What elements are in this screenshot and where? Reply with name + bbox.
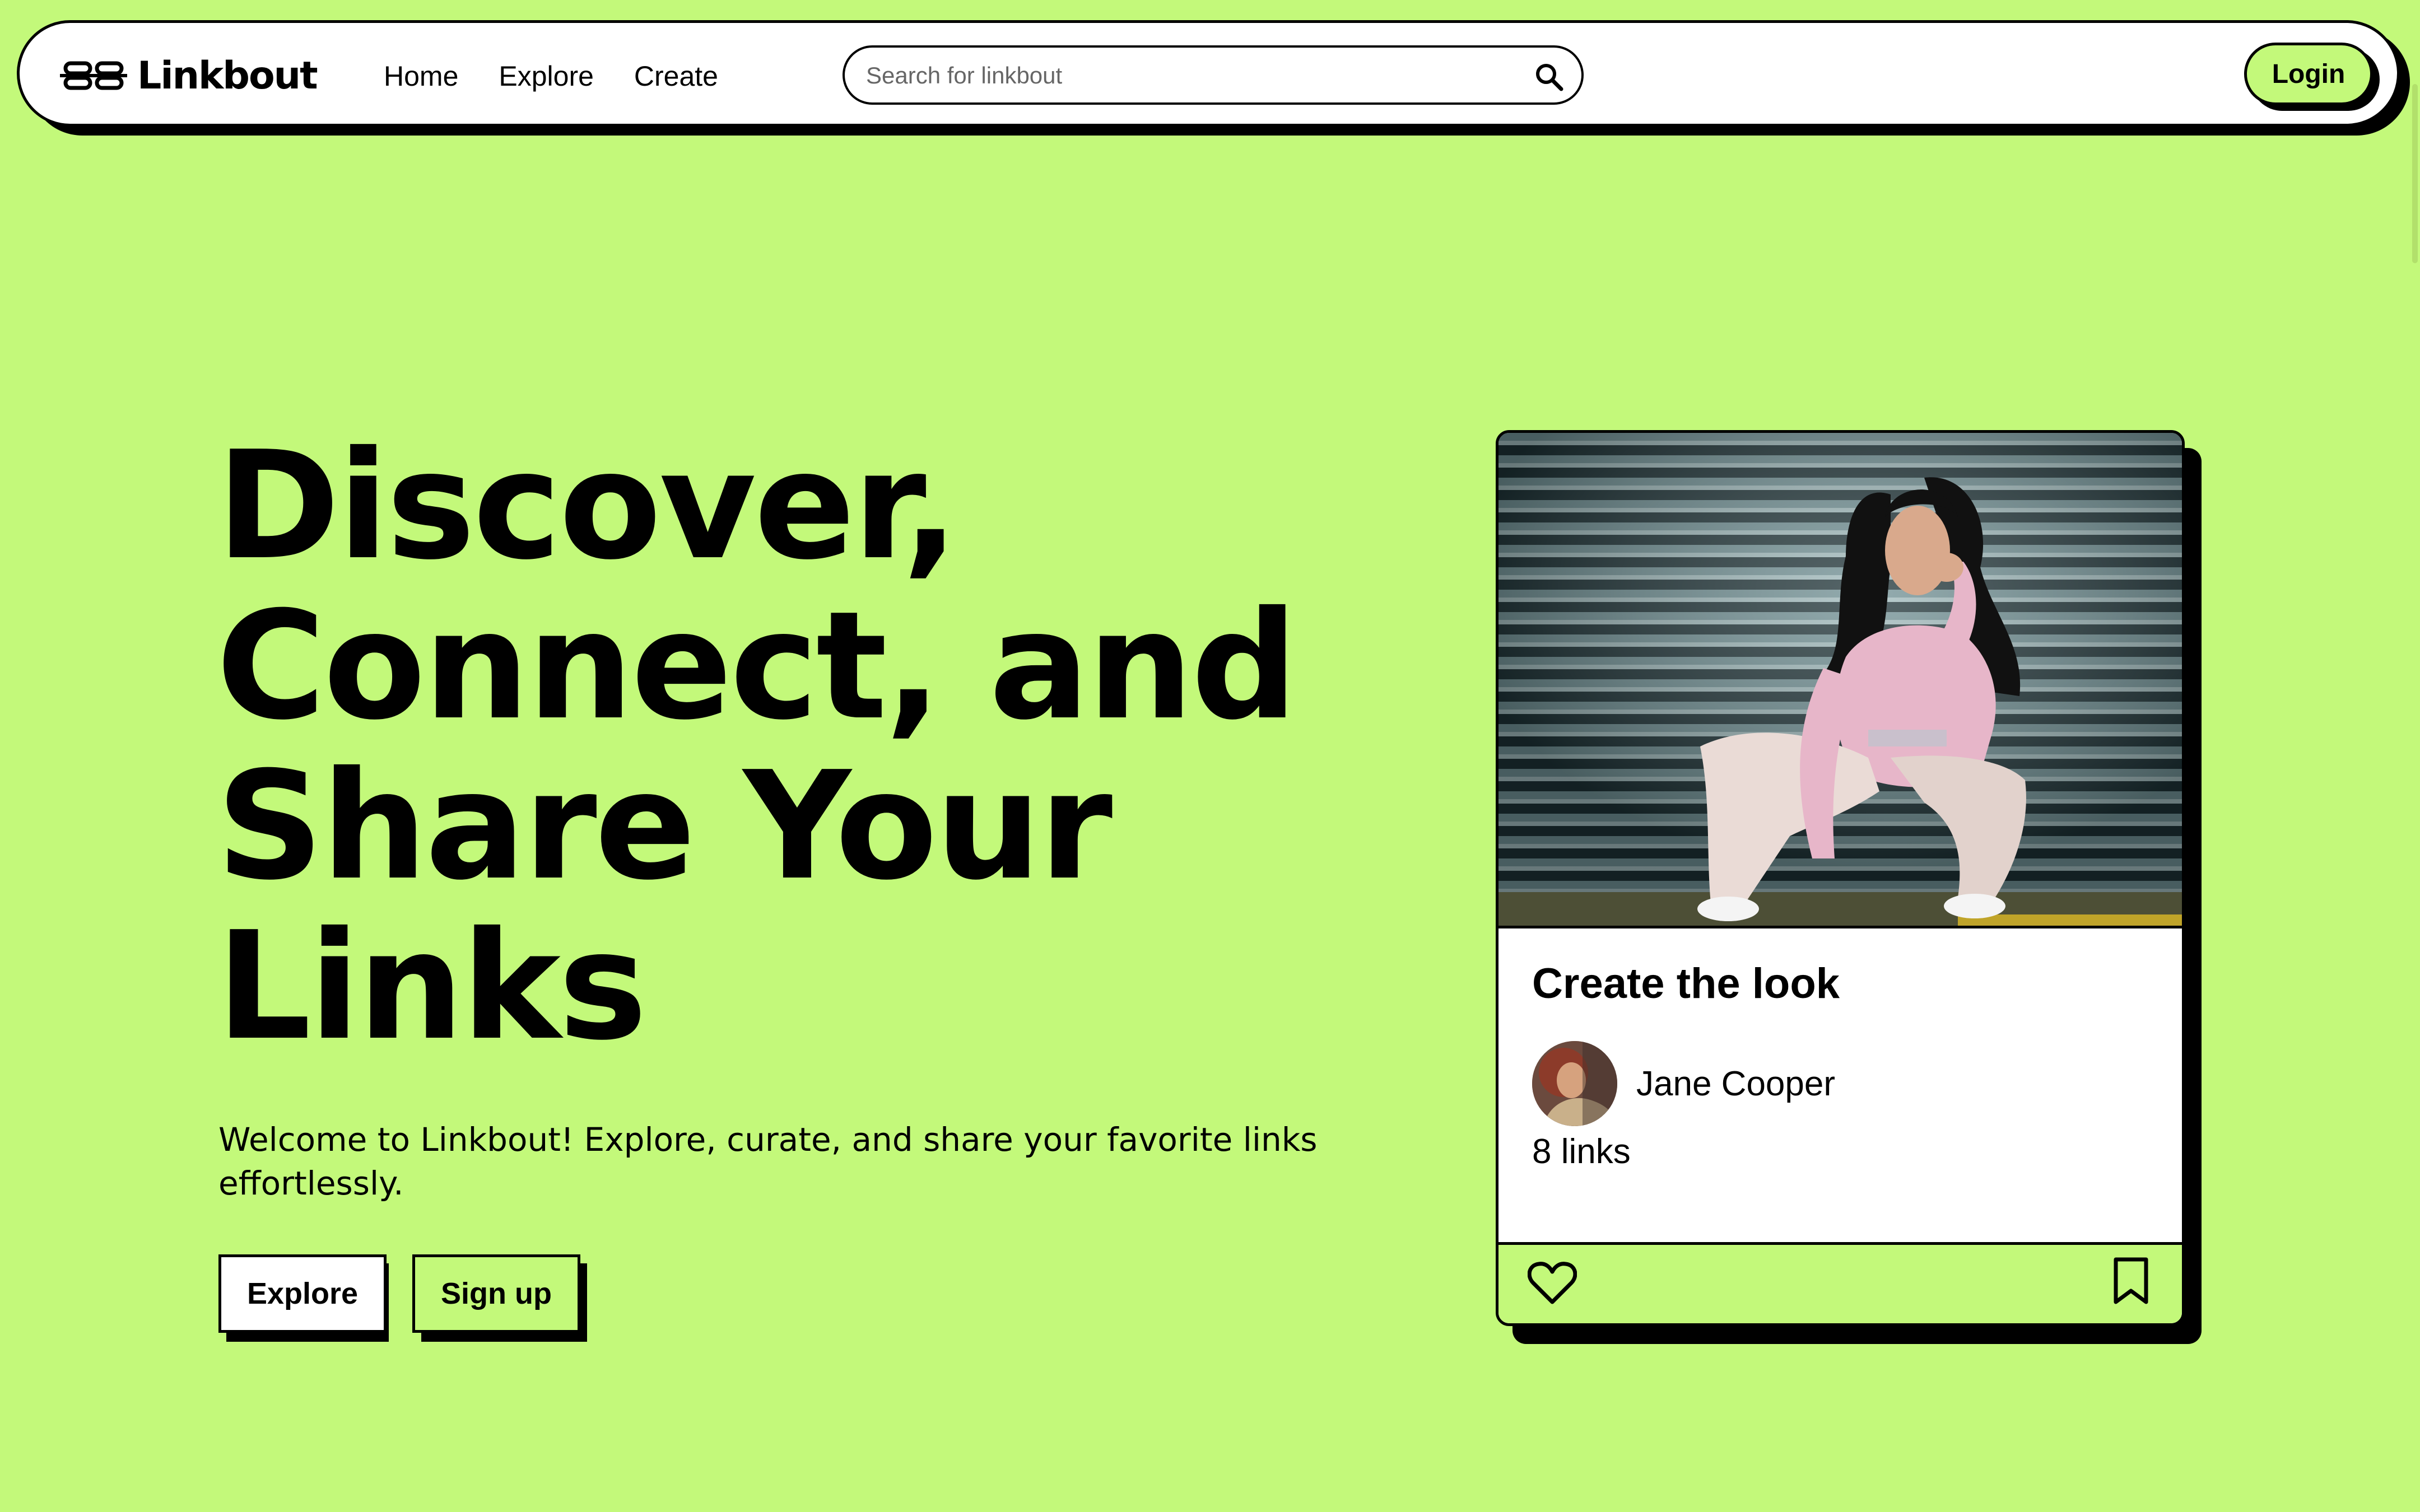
card-title: Create the look (1532, 960, 1840, 1007)
search-icon[interactable] (1533, 61, 1565, 92)
search-input[interactable] (865, 57, 1511, 95)
hero-title-line: Discover, (216, 419, 959, 592)
bookmark-icon[interactable] (2112, 1257, 2149, 1304)
links-count: 8 links (1532, 1132, 1631, 1171)
cover-photo (1498, 433, 2182, 926)
card-actions (1498, 1242, 2182, 1323)
card-meta: 8 links (1498, 1125, 2182, 1192)
hero-title-line: Links (216, 899, 647, 1073)
nav-create[interactable]: Create (634, 60, 718, 92)
card-cover-image[interactable] (1498, 433, 2182, 928)
hero-title-line: Connect, and (216, 579, 1298, 753)
hero-title-line: Share Your (216, 739, 1113, 913)
signup-button[interactable]: Sign up (412, 1254, 580, 1333)
logo-text: Linkbout (137, 53, 318, 98)
hero-subtitle: Welcome to Linkbout! Explore, curate, an… (218, 1121, 1318, 1202)
card-author[interactable]: Jane Cooper (1532, 1039, 1835, 1128)
login-button[interactable]: Login (2244, 43, 2373, 105)
logo[interactable]: Linkbout (60, 48, 318, 104)
scrollbar[interactable] (2412, 84, 2418, 263)
chain-link-icon (60, 61, 127, 90)
main-nav: Home Explore Create (384, 51, 758, 101)
nav-home[interactable]: Home (384, 60, 458, 92)
nav-explore[interactable]: Explore (499, 60, 594, 92)
author-name: Jane Cooper (1636, 1064, 1836, 1103)
navbar: Linkbout Home Explore Create (17, 20, 2400, 127)
collection-card[interactable]: Create the look Jane Cooper 8 links (1496, 430, 2185, 1326)
search-bar (843, 45, 1584, 105)
explore-button[interactable]: Explore (218, 1254, 387, 1333)
hero-title: Discover, Connect, and Share Your Links (216, 426, 1337, 1066)
avatar-photo (1532, 1041, 1617, 1126)
avatar[interactable] (1532, 1041, 1617, 1126)
heart-icon[interactable] (1528, 1261, 1577, 1305)
